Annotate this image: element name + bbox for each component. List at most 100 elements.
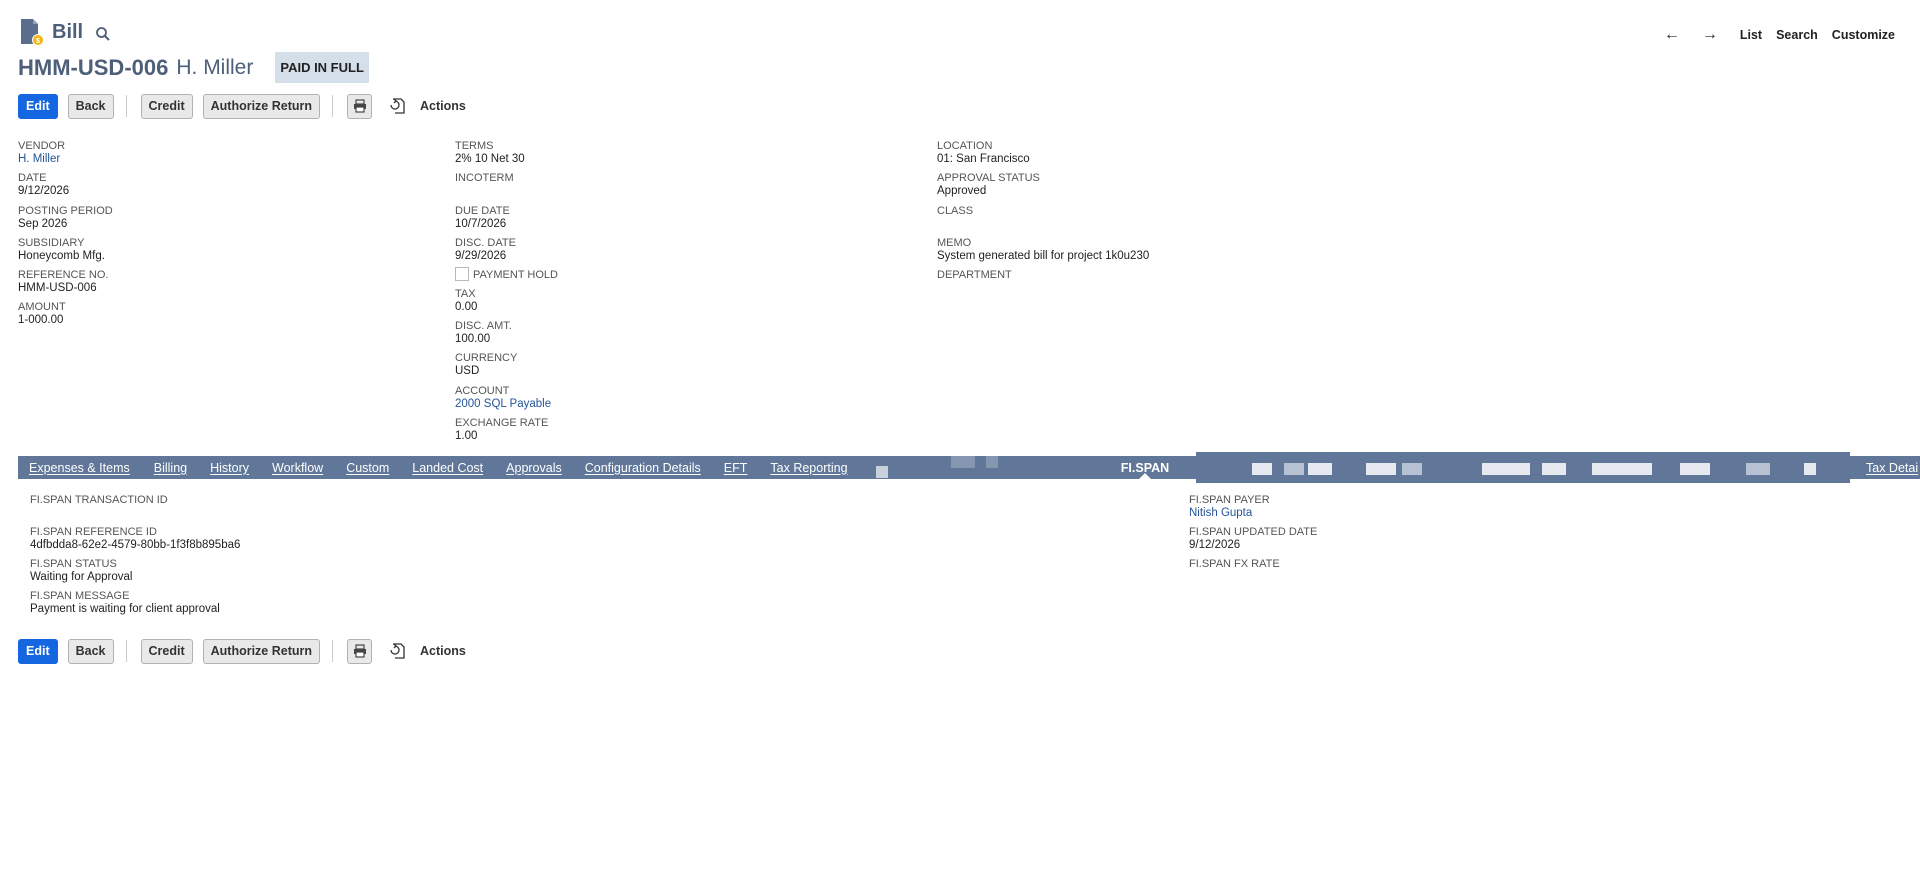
field-label: EXCHANGE RATE	[455, 417, 549, 429]
toolbar-divider	[125, 640, 127, 662]
field-value: Payment is waiting for client approval	[30, 603, 220, 615]
field-value: 1-000.00	[18, 314, 64, 326]
tab-tax-detail[interactable]: Tax Detai	[1866, 456, 1918, 479]
redacted-block	[1804, 463, 1816, 475]
status-badge: PAID IN FULL	[275, 52, 369, 83]
field-value: 01: San Francisco	[937, 153, 1030, 165]
field-fispan-fx-rate: FI.SPAN FX RATE	[1189, 558, 1280, 571]
field-value: 9/12/2026	[1189, 539, 1241, 551]
field-label: TERMS	[455, 140, 494, 152]
field-label: CURRENCY	[455, 352, 518, 364]
tab-history[interactable]: History	[210, 461, 250, 475]
tab-approvals[interactable]: Approvals	[506, 461, 563, 475]
tab-tax-reporting[interactable]: Tax Reporting	[770, 461, 848, 475]
tab-configuration-details[interactable]: Configuration Details	[585, 461, 702, 475]
field-value: HMM-USD-006	[18, 282, 97, 294]
field-label: SUBSIDIARY	[18, 237, 85, 249]
field-value: 4dfbdda8-62e2-4579-80bb-1f3f8b895ba6	[30, 539, 241, 551]
redacted-block	[1402, 463, 1422, 475]
field-label: REFERENCE NO.	[18, 269, 109, 281]
field-fispan-reference-id: FI.SPAN REFERENCE ID 4dfbdda8-62e2-4579-…	[30, 526, 240, 552]
arrow-left-icon[interactable]: ←	[1664, 26, 1680, 44]
field-value: 1.00	[455, 430, 478, 442]
bill-icon: $	[18, 18, 44, 46]
field-memo: MEMO System generated bill for project 1…	[937, 237, 1149, 263]
field-fispan-updated-date: FI.SPAN UPDATED DATE 9/12/2026	[1189, 526, 1317, 552]
field-label: FI.SPAN REFERENCE ID	[30, 526, 157, 538]
field-currency: CURRENCY USD	[455, 352, 517, 378]
field-value: Honeycomb Mfg.	[18, 250, 105, 262]
tab-eft[interactable]: EFT	[724, 461, 749, 475]
tab-billing[interactable]: Billing	[154, 461, 188, 475]
tab-expenses-items[interactable]: Expenses & Items	[29, 461, 131, 475]
arrow-right-icon[interactable]: →	[1702, 26, 1718, 44]
field-due-date: DUE DATE 10/7/2026	[455, 205, 510, 231]
tab-fispan[interactable]: FI.SPAN	[1104, 456, 1186, 479]
redacted-block	[1680, 463, 1710, 475]
credit-button[interactable]: Credit	[140, 93, 193, 119]
redacted-block	[866, 479, 1124, 480]
page-header: $ Bill	[18, 18, 111, 46]
field-label: FI.SPAN STATUS	[30, 558, 117, 570]
list-link[interactable]: List	[1740, 28, 1762, 42]
field-reference-no: REFERENCE NO. HMM-USD-006	[18, 269, 108, 295]
redacted-block	[1592, 463, 1652, 475]
edit-button[interactable]: Edit	[18, 638, 58, 664]
edit-button[interactable]: Edit	[18, 93, 58, 119]
toolbar-divider	[125, 95, 127, 117]
field-value: 100.00	[455, 333, 491, 345]
account-link[interactable]: 2000 SQL Payable	[455, 398, 551, 411]
refresh-icon[interactable]	[388, 97, 406, 115]
print-icon[interactable]	[347, 93, 373, 119]
record-vendor: H. Miller	[176, 55, 254, 79]
search-link[interactable]: Search	[1776, 28, 1818, 42]
actions-menu[interactable]: Actions	[420, 99, 466, 113]
refresh-icon[interactable]	[388, 642, 406, 660]
tab-workflow[interactable]: Workflow	[272, 461, 324, 475]
redacted-block	[1482, 463, 1530, 475]
field-location: LOCATION 01: San Francisco	[937, 140, 1030, 166]
field-label: FI.SPAN TRANSACTION ID	[30, 494, 168, 506]
field-label: FI.SPAN MESSAGE	[30, 590, 130, 602]
field-value: Waiting for Approval	[30, 571, 133, 583]
field-label: FI.SPAN UPDATED DATE	[1189, 526, 1318, 538]
field-label: APPROVAL STATUS	[937, 172, 1040, 184]
vendor-link[interactable]: H. Miller	[18, 153, 65, 166]
customize-link[interactable]: Customize	[1832, 28, 1895, 42]
field-disc-date: DISC. DATE 9/29/2026	[455, 237, 516, 263]
record-navigation: ← → List Search Customize	[1664, 26, 1895, 44]
field-value: Approved	[937, 185, 987, 197]
field-account: ACCOUNT 2000 SQL Payable	[455, 385, 551, 411]
print-icon[interactable]	[347, 638, 373, 664]
tab-landed-cost[interactable]: Landed Cost	[412, 461, 484, 475]
redacted-block	[1542, 463, 1566, 475]
authorize-return-button[interactable]: Authorize Return	[202, 93, 321, 119]
field-value: 0.00	[455, 301, 478, 313]
field-label: CLASS	[937, 205, 974, 217]
redacted-block	[1308, 463, 1332, 475]
redacted-block	[1746, 463, 1770, 475]
field-value: 9/12/2026	[18, 185, 70, 197]
field-class: CLASS	[937, 205, 973, 218]
payment-hold-checkbox[interactable]	[455, 266, 469, 281]
field-label: POSTING PERIOD	[18, 205, 113, 217]
back-button[interactable]: Back	[67, 93, 114, 119]
field-vendor: VENDOR H. Miller	[18, 140, 65, 166]
search-icon[interactable]	[95, 26, 111, 42]
authorize-return-button[interactable]: Authorize Return	[202, 638, 321, 664]
field-label: TAX	[455, 288, 476, 300]
actions-menu[interactable]: Actions	[420, 644, 466, 658]
field-value: 9/29/2026	[455, 250, 507, 262]
payer-link[interactable]: Nitish Gupta	[1189, 507, 1270, 520]
record-id: HMM-USD-006	[18, 54, 169, 80]
toolbar-divider	[332, 95, 334, 117]
credit-button[interactable]: Credit	[140, 638, 193, 664]
record-title-row: HMM-USD-006 H. Miller PAID IN FULL	[18, 52, 369, 83]
field-label: DISC. DATE	[455, 237, 516, 249]
field-date: DATE 9/12/2026	[18, 172, 69, 198]
field-value: 2% 10 Net 30	[455, 153, 525, 165]
field-incoterm: INCOTERM	[455, 172, 514, 185]
tab-custom[interactable]: Custom	[346, 461, 390, 475]
back-button[interactable]: Back	[67, 638, 114, 664]
field-label: AMOUNT	[18, 301, 66, 313]
